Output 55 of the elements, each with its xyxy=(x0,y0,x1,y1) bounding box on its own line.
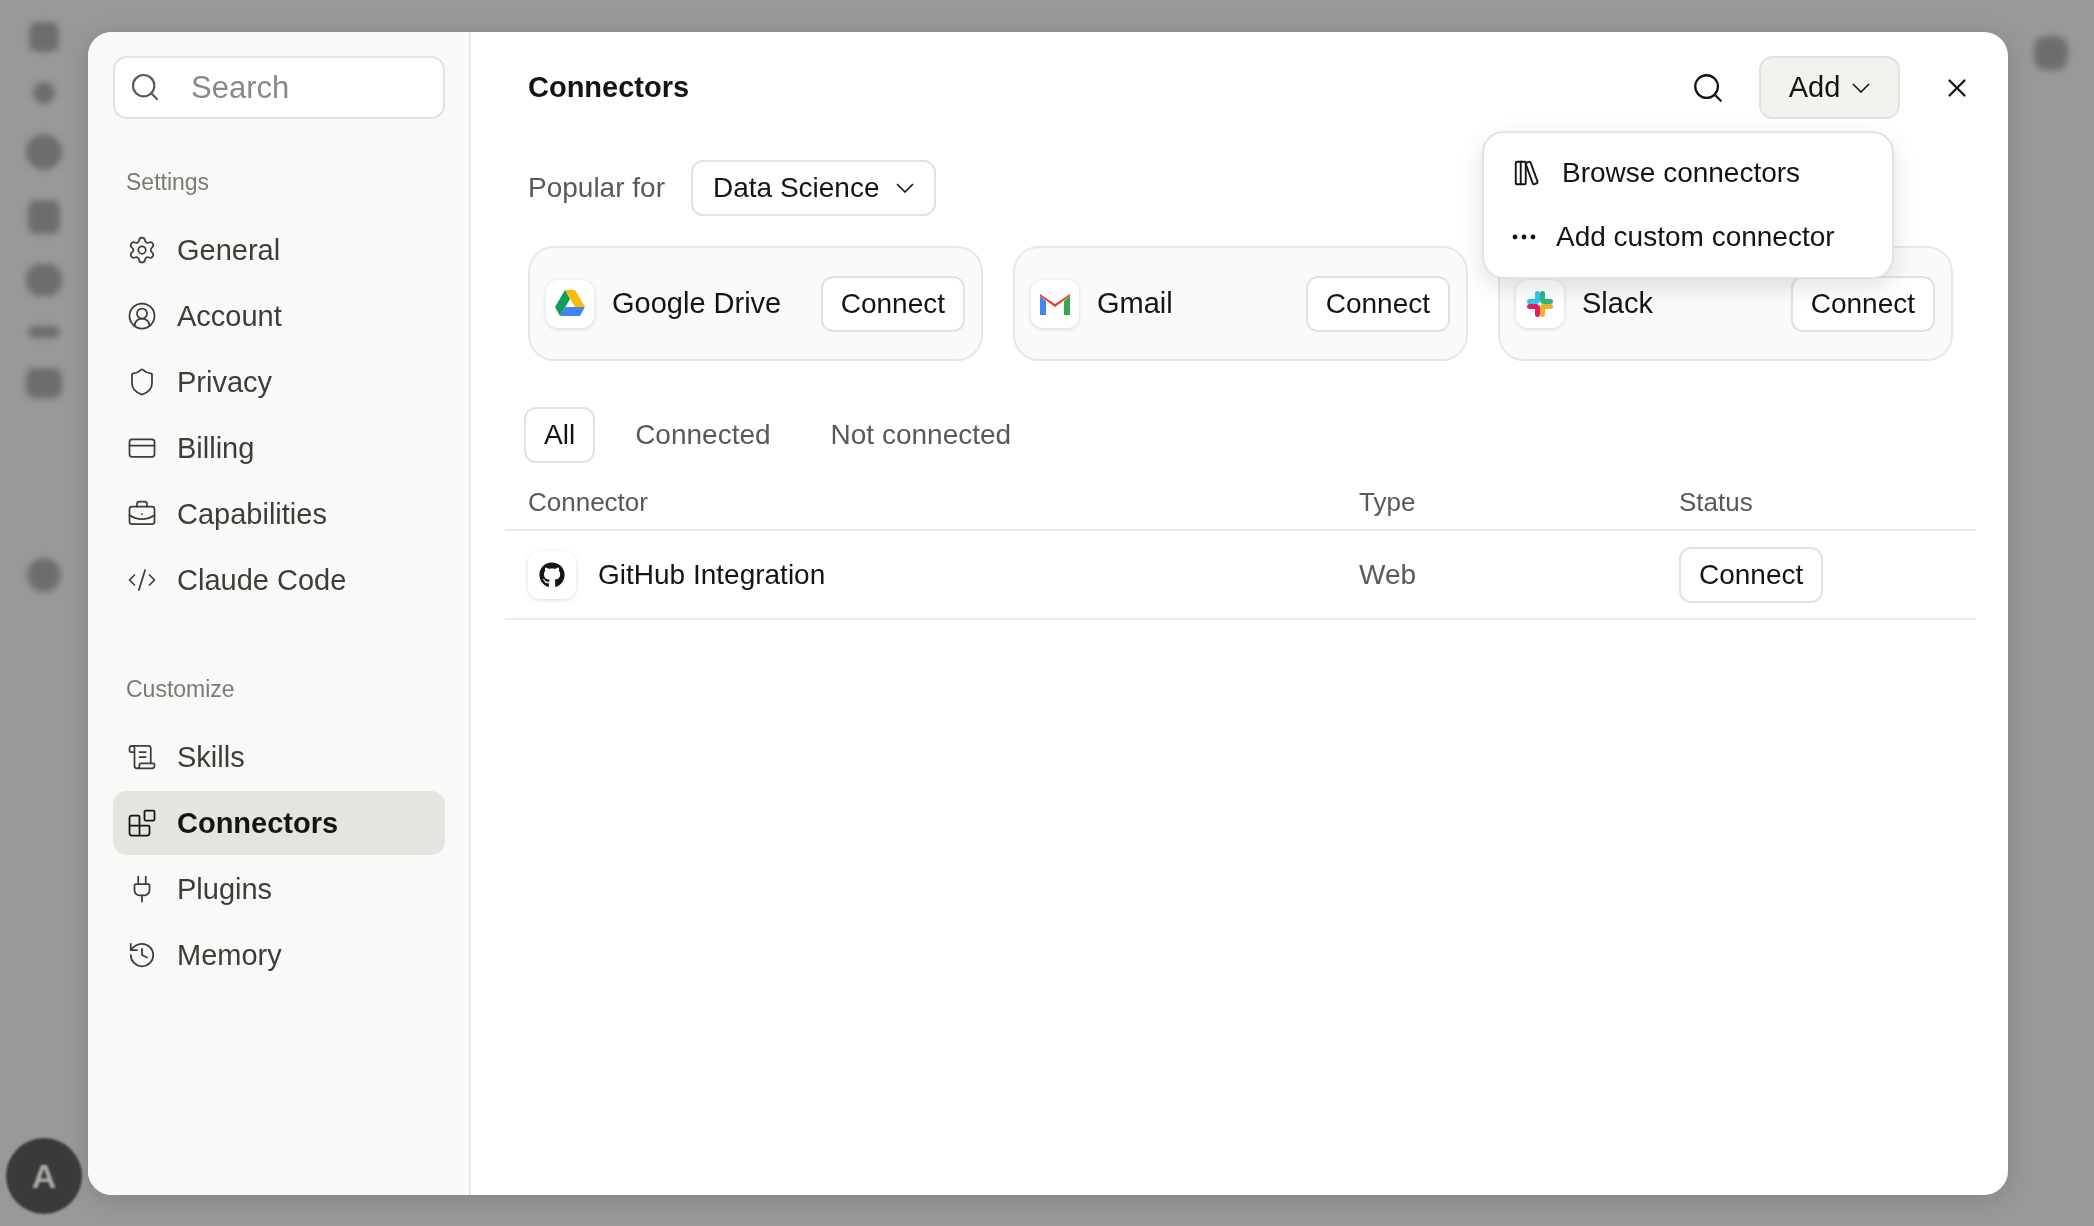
ellipsis-icon xyxy=(1512,234,1536,240)
page-title: Connectors xyxy=(528,71,691,104)
connector-name: Google Drive xyxy=(612,287,783,320)
sidebar-item[interactable]: Billing xyxy=(113,416,445,480)
blurred-icon xyxy=(28,200,60,234)
sidebar-item[interactable]: Memory xyxy=(113,923,445,987)
sidebar-item[interactable]: Privacy xyxy=(113,350,445,414)
sidebar-item[interactable]: Account xyxy=(113,284,445,348)
blurred-icon xyxy=(26,134,62,170)
sidebar-item[interactable]: Claude Code xyxy=(113,548,445,612)
column-header: Connector xyxy=(528,486,649,518)
chevron-icon xyxy=(895,183,914,193)
scroll-icon xyxy=(127,742,157,772)
section-title: Settings xyxy=(125,169,211,196)
blurred-icon xyxy=(29,22,59,52)
add-button[interactable]: Add xyxy=(1759,56,1900,119)
connector-name: Gmail xyxy=(1097,287,1174,320)
blurred-icon xyxy=(26,368,62,398)
sidebar-item[interactable]: Skills xyxy=(113,725,445,789)
table-cell: GitHub Integration xyxy=(598,558,826,591)
avatar[interactable]: A xyxy=(6,1138,82,1214)
octocat-icon xyxy=(539,561,565,588)
connector-name: Slack xyxy=(1582,287,1654,320)
category-dropdown[interactable]: Data Science xyxy=(690,160,936,216)
gear-icon xyxy=(127,235,157,265)
connect-button[interactable]: Connect xyxy=(1305,275,1450,332)
column-header: Status xyxy=(1679,486,1754,518)
envelope-logo-icon xyxy=(1040,292,1070,315)
blurred-icon xyxy=(33,82,55,104)
menu-item[interactable]: Browse connectors xyxy=(1484,141,1892,205)
blurred-icon xyxy=(26,264,62,296)
search-icon xyxy=(129,71,161,103)
table-cell-text: Web xyxy=(1359,558,1418,591)
blurred-icon xyxy=(2034,36,2068,70)
sidebar-item[interactable]: Capabilities xyxy=(113,482,445,546)
history-icon xyxy=(127,940,157,970)
filter-tab[interactable]: All xyxy=(524,407,596,463)
search-field[interactable]: Search xyxy=(113,56,445,119)
blocks-icon xyxy=(127,808,157,838)
popular-label: Popular for xyxy=(528,172,665,204)
blurred-icon xyxy=(27,558,61,592)
sidebar-item[interactable]: General xyxy=(113,218,445,282)
chevron-icon xyxy=(1852,82,1871,93)
sidebar-item[interactable]: Plugins xyxy=(113,857,445,921)
blurred-icon xyxy=(29,326,59,338)
section-title: Customize xyxy=(125,676,236,703)
menu-item[interactable]: Add custom connector xyxy=(1484,205,1892,269)
connect-button[interactable]: Connect xyxy=(1679,546,1824,603)
sidebar-item[interactable]: Connectors xyxy=(113,791,445,855)
connect-button[interactable]: Connect xyxy=(820,275,965,332)
column-header: Type xyxy=(1359,486,1417,518)
user-circle-icon xyxy=(127,301,157,331)
connect-button[interactable]: Connect xyxy=(1790,275,1935,332)
triangle-logo-icon xyxy=(555,290,585,317)
hash-logo-icon xyxy=(1525,288,1555,319)
